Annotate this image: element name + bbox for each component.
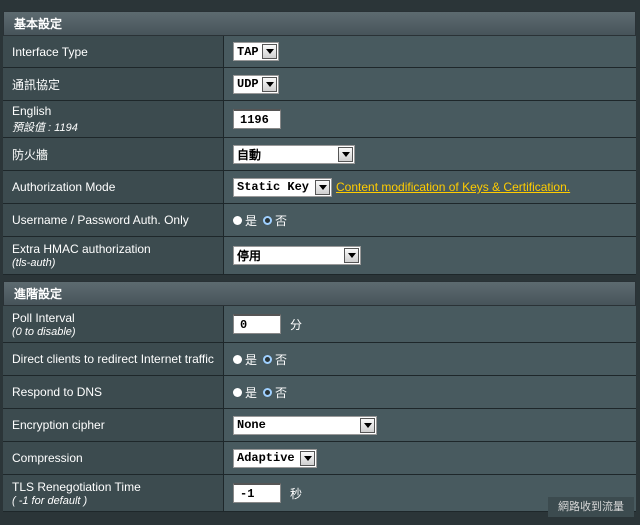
chevron-down-icon	[360, 417, 375, 433]
dns-row: Respond to DNS 是 否	[3, 376, 636, 409]
compression-row: Compression Adaptive	[3, 442, 636, 475]
dns-radio-group: 是 否	[233, 384, 293, 401]
hmac-row: Extra HMAC authorization (tls-auth) 停用	[3, 237, 636, 275]
dns-no-radio[interactable]	[263, 387, 273, 397]
hmac-select[interactable]: 停用	[233, 246, 361, 265]
tls-renegotiation-row: TLS Renegotiation Time ( -1 for default …	[3, 475, 636, 512]
chevron-down-icon	[300, 450, 315, 466]
firewall-label: 防火牆	[3, 138, 224, 170]
redirect-row: Direct clients to redirect Internet traf…	[3, 343, 636, 376]
poll-interval-row: Poll Interval (0 to disable) 0 分	[3, 306, 636, 343]
protocol-label: 通訊協定	[3, 68, 224, 100]
auth-mode-select[interactable]: Static Key	[233, 177, 332, 197]
tls-renegotiation-input[interactable]: -1	[233, 483, 281, 503]
vpn-settings-panel: 基本設定 Interface Type TAP 通訊協定 UDP English…	[3, 11, 636, 512]
redirect-radio-group: 是 否	[233, 351, 293, 368]
compression-label: Compression	[3, 442, 224, 474]
tls-renegotiation-unit: 秒	[290, 486, 303, 501]
port-label: English 預設值 : 1194	[3, 101, 224, 137]
firewall-row: 防火牆 自動	[3, 138, 636, 171]
interface-type-label: Interface Type	[3, 36, 224, 67]
protocol-select[interactable]: UDP	[233, 74, 279, 94]
auth-mode-label: Authorization Mode	[3, 171, 224, 203]
chevron-down-icon	[262, 76, 277, 92]
dns-label: Respond to DNS	[3, 376, 224, 408]
protocol-row: 通訊協定 UDP	[3, 68, 636, 101]
chevron-down-icon	[315, 179, 330, 195]
port-row: English 預設值 : 1194 1196	[3, 101, 636, 138]
redirect-no-radio[interactable]	[263, 354, 273, 364]
compression-select[interactable]: Adaptive	[233, 448, 317, 468]
chevron-down-icon	[344, 248, 359, 263]
hmac-sublabel: (tls-auth)	[12, 257, 56, 269]
traffic-monitor-button[interactable]: 網路收到流量	[548, 497, 634, 517]
tls-renegotiation-label: TLS Renegotiation Time ( -1 for default …	[3, 475, 224, 511]
username-auth-radio-group: 是 否	[233, 212, 293, 229]
basic-settings-header: 基本設定	[3, 11, 636, 36]
dns-yes-radio[interactable]	[233, 387, 242, 397]
redirect-yes-radio[interactable]	[233, 354, 242, 364]
port-default-hint: 預設值 : 1194	[12, 121, 78, 134]
chevron-down-icon	[262, 44, 277, 59]
poll-interval-input[interactable]: 0	[233, 314, 281, 334]
auth-mode-row: Authorization Mode Static Key Content mo…	[3, 171, 636, 204]
tls-renegotiation-hint: ( -1 for default )	[12, 494, 88, 507]
keys-certification-link[interactable]: Content modification of Keys & Certifica…	[336, 180, 570, 194]
advanced-settings-header: 進階設定	[3, 281, 636, 306]
port-input[interactable]: 1196	[233, 109, 281, 129]
cipher-row: Encryption cipher None	[3, 409, 636, 442]
interface-type-select[interactable]: TAP	[233, 42, 279, 61]
redirect-label: Direct clients to redirect Internet traf…	[3, 343, 224, 375]
username-auth-yes-radio[interactable]	[233, 215, 242, 225]
firewall-select[interactable]: 自動	[233, 144, 355, 164]
username-auth-no-radio[interactable]	[263, 215, 273, 225]
hmac-label: Extra HMAC authorization (tls-auth)	[3, 237, 224, 274]
cipher-label: Encryption cipher	[3, 409, 224, 441]
username-auth-label: Username / Password Auth. Only	[3, 204, 224, 236]
poll-interval-unit: 分	[290, 317, 303, 332]
cipher-select[interactable]: None	[233, 415, 377, 435]
interface-type-row: Interface Type TAP	[3, 36, 636, 68]
poll-interval-label: Poll Interval (0 to disable)	[3, 306, 224, 342]
username-auth-row: Username / Password Auth. Only 是 否	[3, 204, 636, 237]
chevron-down-icon	[338, 146, 353, 162]
poll-interval-hint: (0 to disable)	[12, 325, 76, 338]
